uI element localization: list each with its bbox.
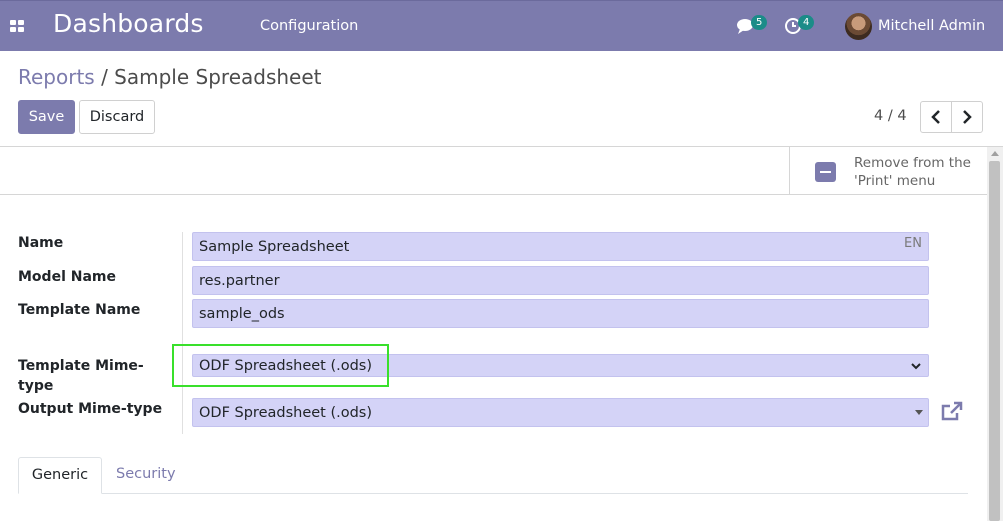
scroll-up-arrow-icon[interactable] <box>991 151 999 156</box>
external-link-icon[interactable] <box>940 400 964 422</box>
template-name-label: Template Name <box>18 302 141 318</box>
messages-count-badge: 5 <box>751 15 768 30</box>
name-value: Sample Spreadsheet <box>199 239 350 255</box>
remove-from-print-label: Remove from the 'Print' menu <box>854 155 971 189</box>
template-name-value: sample_ods <box>199 306 285 322</box>
template-mime-type-label: Template Mime- type <box>18 358 144 394</box>
activities-count-badge: 4 <box>798 15 815 30</box>
breadcrumb-reports[interactable]: Reports <box>18 65 95 89</box>
top-navbar: Dashboards Configuration 5 4 Mitchell Ad… <box>0 0 1003 51</box>
save-button[interactable]: Save <box>18 100 75 134</box>
output-mime-type-label: Output Mime-type <box>18 401 163 417</box>
button-box: Remove from the 'Print' menu <box>0 147 987 195</box>
output-mime-type-select[interactable]: ODF Spreadsheet (.ods) <box>192 398 929 427</box>
chevron-down-icon <box>911 363 921 370</box>
chevron-left-icon <box>931 110 940 124</box>
avatar[interactable] <box>845 13 872 40</box>
model-name-field[interactable]: res.partner <box>192 266 929 295</box>
name-label: Name <box>18 235 64 251</box>
template-mime-type-value: ODF Spreadsheet (.ods) <box>199 358 373 374</box>
label-separator <box>182 232 183 434</box>
pager-value[interactable]: 4 / 4 <box>874 108 907 124</box>
scrollbar[interactable] <box>987 147 1003 521</box>
tab-generic[interactable]: Generic <box>18 457 102 494</box>
output-mime-type-value: ODF Spreadsheet (.ods) <box>199 405 373 421</box>
chevron-right-icon <box>963 110 972 124</box>
pager-previous-button[interactable] <box>920 101 952 133</box>
notebook-tabs: Generic Security <box>18 457 968 494</box>
minus-square-icon <box>815 162 836 182</box>
caret-down-icon <box>915 410 923 415</box>
breadcrumb-separator: / <box>94 65 115 89</box>
discard-button[interactable]: Discard <box>79 100 155 134</box>
tab-security[interactable]: Security <box>116 457 176 494</box>
model-name-label: Model Name <box>18 269 116 285</box>
name-field[interactable]: Sample Spreadsheet EN <box>192 232 929 261</box>
pager-next-button[interactable] <box>951 101 983 133</box>
template-mime-type-select[interactable]: ODF Spreadsheet (.ods) <box>192 354 929 377</box>
menu-configuration[interactable]: Configuration <box>260 18 358 34</box>
model-name-value: res.partner <box>199 273 280 289</box>
breadcrumb: Reports / Sample Spreadsheet <box>18 65 322 89</box>
remove-from-print-menu-button[interactable]: Remove from the 'Print' menu <box>789 147 987 194</box>
scrollbar-thumb[interactable] <box>989 161 1000 521</box>
language-button[interactable]: EN <box>904 236 922 251</box>
template-name-field[interactable]: sample_ods <box>192 299 929 328</box>
breadcrumb-current: Sample Spreadsheet <box>114 65 322 89</box>
apps-menu-icon[interactable] <box>10 20 24 32</box>
app-title[interactable]: Dashboards <box>53 9 204 38</box>
user-menu[interactable]: Mitchell Admin <box>878 18 985 34</box>
